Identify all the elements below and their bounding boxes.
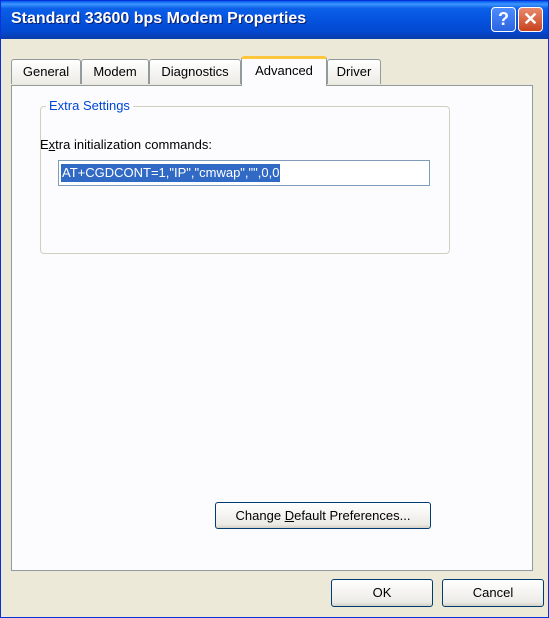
close-icon: ✕	[522, 9, 539, 29]
advanced-tab-panel: Extra Settings Extra initialization comm…	[11, 85, 533, 571]
cancel-button[interactable]: Cancel	[442, 579, 544, 607]
tab-driver[interactable]: Driver	[327, 59, 381, 84]
extra-init-commands-input[interactable]: AT+CGDCONT=1,"IP","cmwap","",0,0	[58, 160, 430, 186]
close-button[interactable]: ✕	[518, 7, 543, 32]
tab-advanced[interactable]: Advanced	[241, 56, 327, 86]
help-icon: ?	[498, 9, 509, 29]
title-bar[interactable]: Standard 33600 bps Modem Properties ? ✕	[1, 1, 548, 39]
help-button[interactable]: ?	[491, 7, 516, 32]
modem-properties-dialog: Standard 33600 bps Modem Properties ? ✕ …	[0, 0, 549, 618]
extra-settings-group-label: Extra Settings	[46, 98, 133, 113]
window-title: Standard 33600 bps Modem Properties	[11, 10, 307, 27]
change-default-preferences-button[interactable]: Change Default Preferences...	[215, 502, 431, 529]
ok-button[interactable]: OK	[331, 579, 433, 607]
extra-init-commands-label: Extra initialization commands:	[40, 137, 212, 152]
tab-general[interactable]: General	[11, 59, 81, 84]
selected-command-text: AT+CGDCONT=1,"IP","cmwap","",0,0	[61, 164, 281, 182]
tab-diagnostics[interactable]: Diagnostics	[149, 59, 241, 84]
tab-modem[interactable]: Modem	[81, 59, 149, 84]
